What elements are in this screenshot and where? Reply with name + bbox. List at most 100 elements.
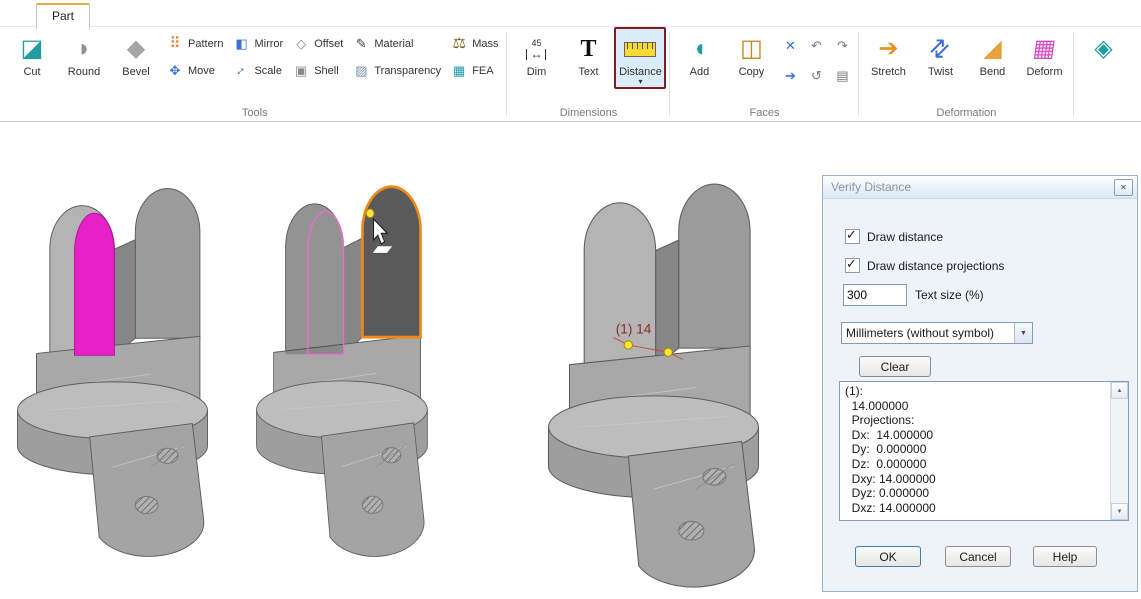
text-button[interactable]: T Text (562, 27, 614, 81)
move-icon: ✥ (167, 64, 183, 77)
results-text: (1): 14.000000 Projections: Dx: 14.00000… (840, 382, 1110, 520)
copy-face-icon: ◫ (740, 32, 763, 66)
clipped-icon: ◈ (1094, 32, 1112, 66)
arrow-right-icon: ➔ (785, 68, 796, 84)
mirror-button[interactable]: ◧ Mirror (233, 35, 283, 52)
highlighted-face-magenta[interactable] (75, 213, 115, 355)
ribbon: Part ◪ Cut ◗ Round ◆ Bevel ⠿ (0, 0, 1141, 122)
ok-button[interactable]: OK (855, 546, 921, 567)
chevron-down-icon[interactable]: ▾ (638, 78, 642, 86)
group-separator (506, 32, 507, 116)
ribbon-group-faces: ◖ Add ◫ Copy ✕ ↶ ↷ ➔ ↺ ▤ (673, 27, 855, 121)
arrow-right-face-button[interactable]: ➔ (781, 67, 799, 85)
group-label-faces: Faces (673, 106, 855, 121)
clear-button[interactable]: Clear (859, 356, 931, 377)
shell-button[interactable]: ▣ Shell (293, 62, 343, 79)
group-label-tools: Tools (6, 106, 503, 121)
deform-icon: ▦ (1031, 37, 1057, 61)
pattern-icon: ⠿ (167, 36, 183, 51)
measurement-label: (1) 14 (616, 322, 652, 337)
draw-distance-label: Draw distance (867, 230, 943, 244)
curved-arrow-right-icon: ↷ (837, 38, 848, 54)
ribbon-group-clipped: ◈ (1077, 27, 1129, 121)
text-size-label: Text size (%) (915, 288, 984, 302)
results-listbox[interactable]: (1): 14.000000 Projections: Dx: 14.00000… (839, 381, 1129, 521)
scale-icon: ↕ (235, 64, 249, 78)
draw-projections-checkbox[interactable]: ✓ Draw distance projections (845, 258, 1004, 273)
curved-arrow-right-button[interactable]: ↷ (833, 37, 851, 55)
twist-button[interactable]: ⇄ Twist (914, 27, 966, 81)
rotate-icon: ↺ (811, 68, 822, 84)
measure-point-2[interactable] (664, 348, 672, 356)
cut-button[interactable]: ◪ Cut (6, 27, 58, 81)
grid-face-button[interactable]: ▤ (833, 67, 851, 85)
round-button[interactable]: ◗ Round (58, 27, 110, 81)
stretch-button[interactable]: ➔ Stretch (862, 27, 914, 81)
group-label-deformation: Deformation (862, 106, 1070, 121)
move-button[interactable]: ✥ Move (167, 62, 223, 79)
tab-strip: Part (0, 0, 1141, 27)
distance-button[interactable]: Distance ▾ (614, 27, 666, 89)
ribbon-group-deformation: ➔ Stretch ⇄ Twist ◢ Bend ▦ Deform Deform… (862, 27, 1070, 121)
select-caret-icon: ▼ (1014, 323, 1032, 343)
bevel-button[interactable]: ◆ Bevel (110, 27, 162, 81)
check-icon: ✓ (846, 256, 857, 272)
ribbon-group-dimensions: 45 ↔ Dim T Text Distance ▾ Dimensions (510, 27, 666, 121)
bevel-icon: ◆ (127, 32, 145, 66)
transparency-button[interactable]: ▨ Transparency (353, 62, 441, 79)
group-separator (858, 32, 859, 116)
grid-icon: ▤ (836, 68, 848, 84)
rotate-face-button[interactable]: ↺ (807, 67, 825, 85)
dim-button[interactable]: 45 ↔ Dim (510, 27, 562, 81)
draw-projections-label: Draw distance projections (867, 259, 1004, 273)
check-icon: ✓ (846, 227, 857, 243)
clipped-button[interactable]: ◈ (1077, 27, 1129, 69)
add-face-icon: ◖ (692, 32, 707, 66)
curved-arrow-left-button[interactable]: ↶ (807, 37, 825, 55)
units-selected-value: Millimeters (without symbol) (842, 326, 1014, 340)
bend-icon: ◢ (983, 32, 1001, 66)
cut-icon: ◪ (21, 32, 44, 66)
ribbon-body: ◪ Cut ◗ Round ◆ Bevel ⠿ Pattern (0, 27, 1141, 121)
add-face-button[interactable]: ◖ Add (673, 27, 725, 81)
offset-icon: ◇ (293, 37, 309, 50)
stretch-icon: ➔ (878, 32, 898, 66)
group-separator (669, 32, 670, 116)
pattern-button[interactable]: ⠿ Pattern (167, 35, 223, 52)
copy-face-button[interactable]: ◫ Copy (725, 27, 777, 81)
dialog-titlebar[interactable]: Verify Distance ✕ (823, 176, 1137, 199)
measure-point-1[interactable] (624, 341, 632, 349)
delete-face-button[interactable]: ✕ (781, 37, 799, 55)
cancel-button[interactable]: Cancel (945, 546, 1011, 567)
twist-icon: ⇄ (925, 33, 956, 64)
scroll-down-icon[interactable]: ▼ (1111, 503, 1128, 520)
curved-arrow-left-icon: ↶ (811, 38, 822, 54)
mass-button[interactable]: ⚖ Mass (451, 35, 498, 52)
model-view-1[interactable] (8, 162, 236, 565)
scroll-up-icon[interactable]: ▲ (1111, 382, 1128, 399)
close-button[interactable]: ✕ (1114, 179, 1133, 196)
tab-part[interactable]: Part (36, 3, 90, 30)
mirror-icon: ◧ (233, 37, 249, 50)
ruler-icon (624, 42, 656, 57)
group-separator (1073, 32, 1074, 116)
help-button[interactable]: Help (1033, 546, 1097, 567)
material-button[interactable]: ✎ Material (353, 35, 441, 52)
text-size-input[interactable] (843, 284, 907, 306)
round-icon: ◗ (77, 32, 92, 66)
bend-button[interactable]: ◢ Bend (966, 27, 1018, 81)
ribbon-group-tools: ◪ Cut ◗ Round ◆ Bevel ⠿ Pattern (6, 27, 503, 121)
shell-icon: ▣ (293, 64, 309, 77)
x-icon: ✕ (785, 38, 796, 54)
deform-button[interactable]: ▦ Deform (1018, 27, 1070, 81)
results-scrollbar[interactable]: ▲ ▼ (1110, 382, 1128, 520)
fea-button[interactable]: ▦ FEA (451, 62, 498, 79)
offset-button[interactable]: ◇ Offset (293, 35, 343, 52)
scale-button[interactable]: ↕ Scale (233, 62, 283, 79)
model-view-3[interactable]: (1) 14 (538, 155, 790, 596)
fea-icon: ▦ (451, 64, 467, 77)
units-select[interactable]: Millimeters (without symbol) ▼ (841, 322, 1033, 344)
draw-distance-checkbox[interactable]: ✓ Draw distance (845, 229, 943, 244)
model-view-2[interactable] (248, 160, 453, 565)
verify-distance-dialog: Verify Distance ✕ ✓ Draw distance ✓ Draw… (822, 175, 1138, 592)
